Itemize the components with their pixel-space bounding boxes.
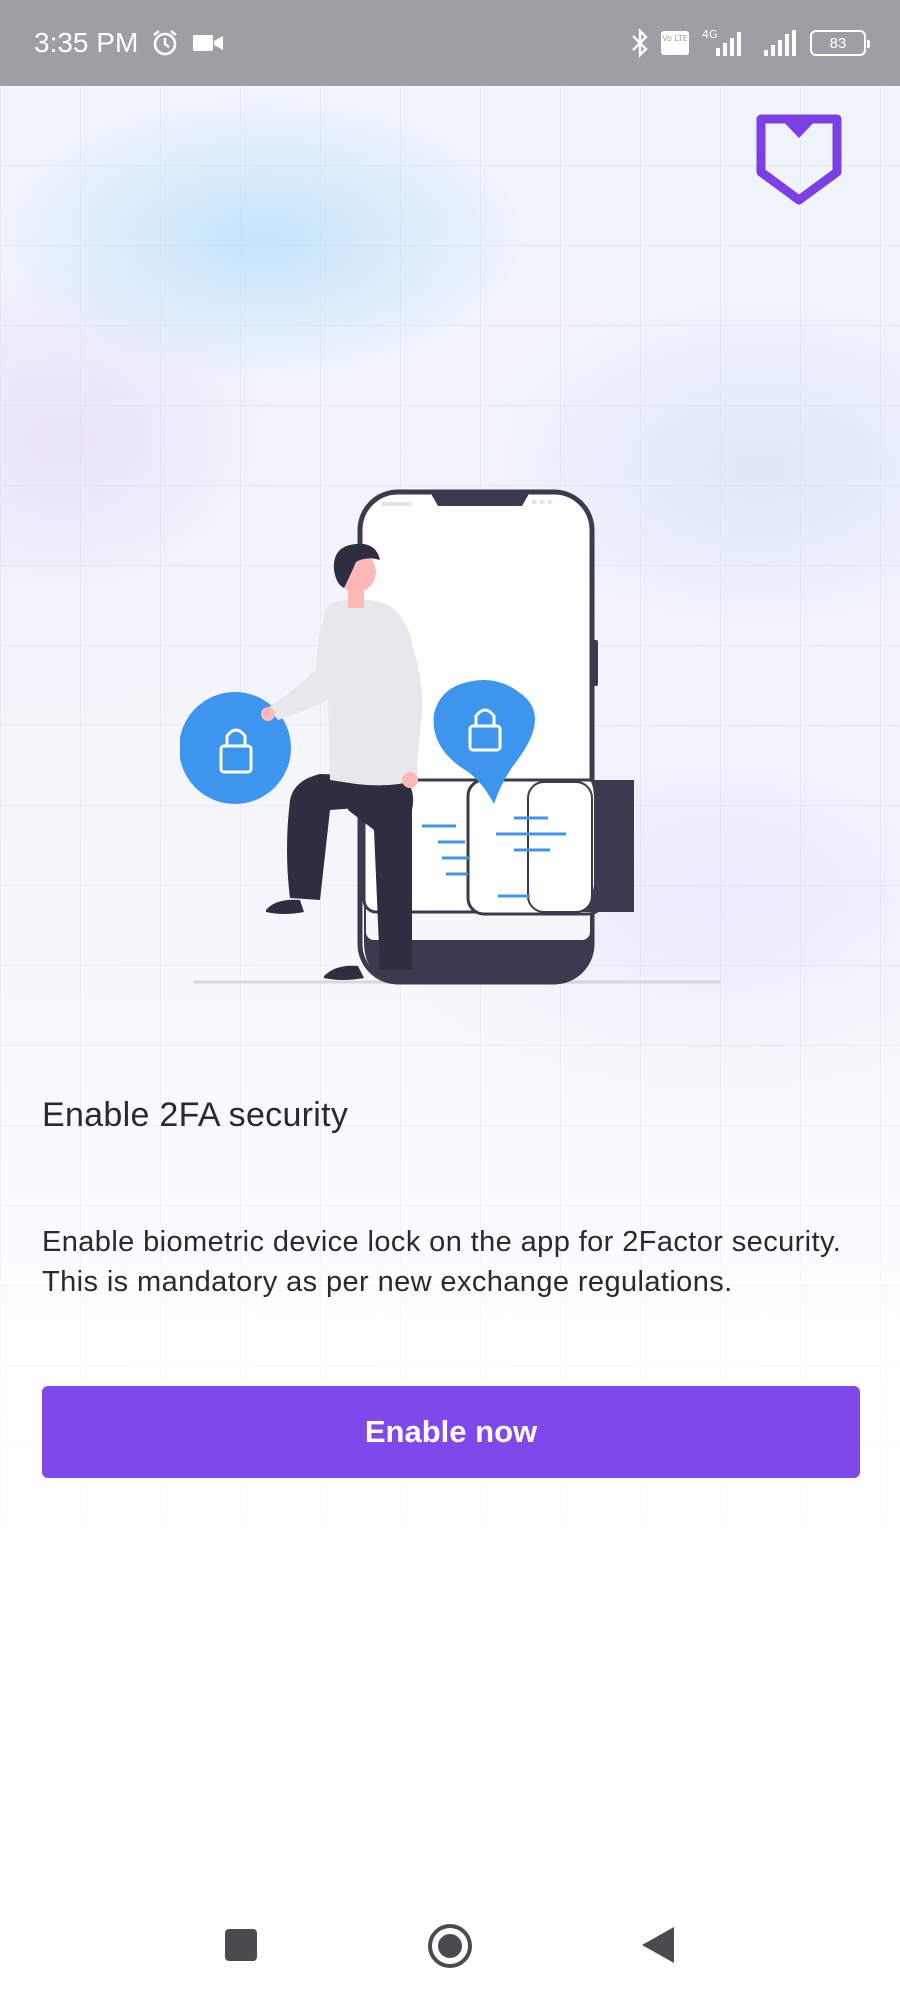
- status-left: 3:35 PM: [34, 27, 224, 59]
- signal-4g-icon: 4G: [700, 28, 750, 58]
- home-icon[interactable]: [426, 1922, 474, 1970]
- battery-icon: 83: [810, 30, 870, 56]
- enable-now-button[interactable]: Enable now: [42, 1386, 860, 1478]
- alarm-icon: [150, 28, 180, 58]
- back-icon[interactable]: [638, 1924, 678, 1966]
- video-camera-icon: [192, 32, 224, 54]
- bluetooth-icon: [630, 28, 650, 58]
- network-type: 4G: [702, 28, 718, 41]
- status-time: 3:35 PM: [34, 27, 139, 58]
- page-description: Enable biometric device lock on the app …: [42, 1226, 842, 1298]
- status-right: Vo LTE 4G 83: [630, 28, 870, 58]
- recent-apps-icon[interactable]: [222, 1926, 260, 1964]
- person-with-phone-lock-illustration: [179, 480, 730, 990]
- shield-logo-icon: [756, 114, 842, 206]
- battery-level: 83: [829, 34, 847, 52]
- volte-icon: Vo LTE: [660, 30, 690, 56]
- page-title: Enable 2FA security: [42, 1096, 349, 1134]
- navigation-bar: [0, 1900, 900, 1999]
- volte-text: Vo LTE: [662, 34, 688, 43]
- status-bar: 3:35 PM Vo LTE 4G 83: [0, 0, 900, 86]
- signal-icon: [760, 28, 800, 58]
